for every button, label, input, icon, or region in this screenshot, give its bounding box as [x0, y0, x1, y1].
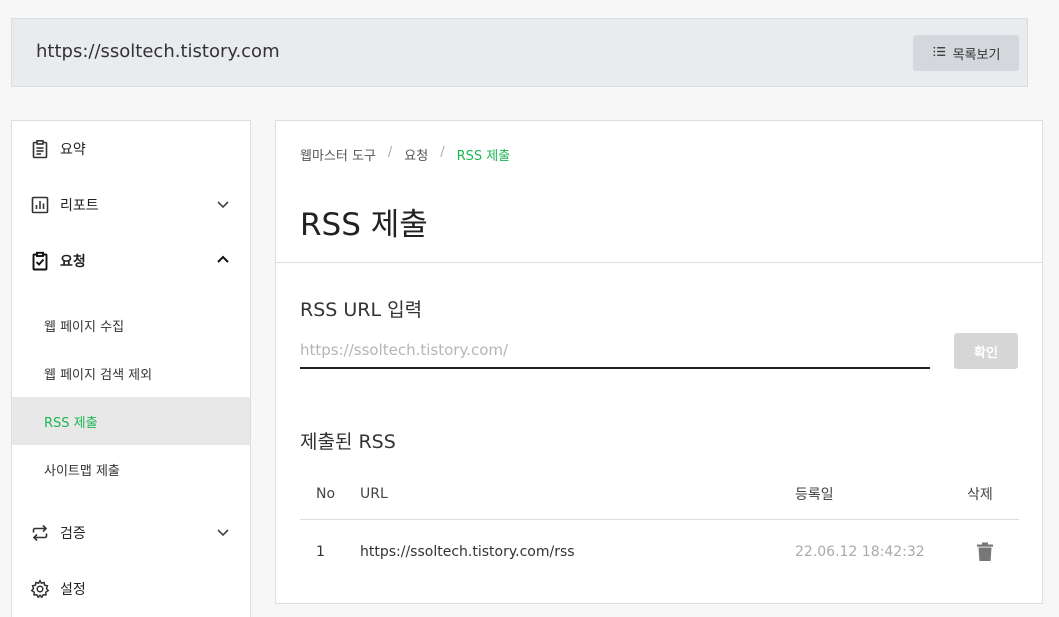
rss-url-input[interactable]	[300, 333, 930, 369]
sidebar-item-label: 리포트	[60, 198, 99, 214]
sidebar-subitem-web-page-exclude[interactable]: 웹 페이지 검색 제외	[12, 349, 250, 397]
sidebar-item-request[interactable]: 요청	[12, 233, 250, 289]
list-icon	[932, 44, 947, 63]
chevron-down-icon	[217, 201, 229, 209]
gear-icon	[30, 579, 50, 599]
breadcrumb-item[interactable]: 웹마스터 도구	[300, 145, 376, 164]
breadcrumb-separator: /	[387, 145, 393, 160]
list-view-button-label: 목록보기	[952, 47, 1001, 63]
column-header-url: URL	[360, 485, 388, 502]
sidebar-subitem-sitemap-submit[interactable]: 사이트맵 제출	[12, 445, 250, 493]
sidebar-item-label: 검증	[60, 526, 86, 542]
sidebar-item-verify[interactable]: 검증	[12, 505, 250, 561]
sidebar-item-settings[interactable]: 설정	[12, 561, 250, 617]
row-date: 22.06.12 18:42:32	[795, 544, 925, 560]
clipboard-check-icon	[30, 251, 50, 271]
breadcrumb-item[interactable]: 요청	[404, 145, 428, 164]
sidebar-subitem-label: 사이트맵 제출	[44, 463, 120, 479]
sidebar-item-label: 요약	[60, 142, 86, 158]
rss-url-input-label: RSS URL 입력	[300, 299, 423, 321]
row-no: 1	[316, 544, 325, 560]
trash-icon	[977, 542, 993, 561]
breadcrumb: 웹마스터 도구 / 요청 / RSS 제출	[300, 145, 510, 164]
bar-chart-icon	[30, 195, 50, 215]
row-url: https://ssoltech.tistory.com/rss	[360, 544, 575, 560]
sidebar-subitem-web-page-collect[interactable]: 웹 페이지 수집	[12, 301, 250, 349]
breadcrumb-current: RSS 제출	[456, 149, 511, 164]
table-header: No URL 등록일 삭제	[300, 468, 1019, 520]
column-header-no: No	[316, 485, 336, 502]
chevron-down-icon	[217, 529, 229, 537]
sidebar-item-label: 요청	[60, 254, 86, 270]
sidebar-subitem-rss-submit[interactable]: RSS 제출	[12, 397, 250, 445]
chevron-up-icon	[217, 255, 229, 263]
sidebar-item-summary[interactable]: 요약	[12, 121, 250, 177]
confirm-button[interactable]: 확인	[954, 333, 1018, 369]
divider	[276, 262, 1042, 263]
sidebar-subitem-label: RSS 제출	[44, 415, 98, 431]
repeat-icon	[30, 523, 50, 543]
sidebar-subitem-label: 웹 페이지 검색 제외	[44, 367, 153, 383]
sidebar-subitem-label: 웹 페이지 수집	[44, 319, 125, 335]
site-header: https://ssoltech.tistory.com 목록보기	[11, 18, 1028, 87]
clipboard-icon	[30, 139, 50, 159]
sidebar: 요약 리포트 요청 웹 페이지 수집 웹 페이지 검색 제외 RSS 제출 사이…	[11, 120, 251, 617]
list-view-button[interactable]: 목록보기	[913, 35, 1019, 71]
table-row: 1 https://ssoltech.tistory.com/rss 22.06…	[300, 521, 1019, 583]
column-header-delete: 삭제	[967, 486, 993, 503]
delete-button[interactable]	[976, 521, 994, 583]
sidebar-item-label: 설정	[60, 582, 86, 598]
site-url: https://ssoltech.tistory.com	[36, 41, 280, 62]
main-panel: 웹마스터 도구 / 요청 / RSS 제출 RSS 제출 RSS URL 입력 …	[275, 120, 1043, 604]
sidebar-item-report[interactable]: 리포트	[12, 177, 250, 233]
breadcrumb-separator: /	[440, 145, 445, 160]
page-title: RSS 제출	[300, 207, 428, 243]
submitted-rss-label: 제출된 RSS	[300, 431, 396, 453]
column-header-date: 등록일	[795, 486, 834, 503]
